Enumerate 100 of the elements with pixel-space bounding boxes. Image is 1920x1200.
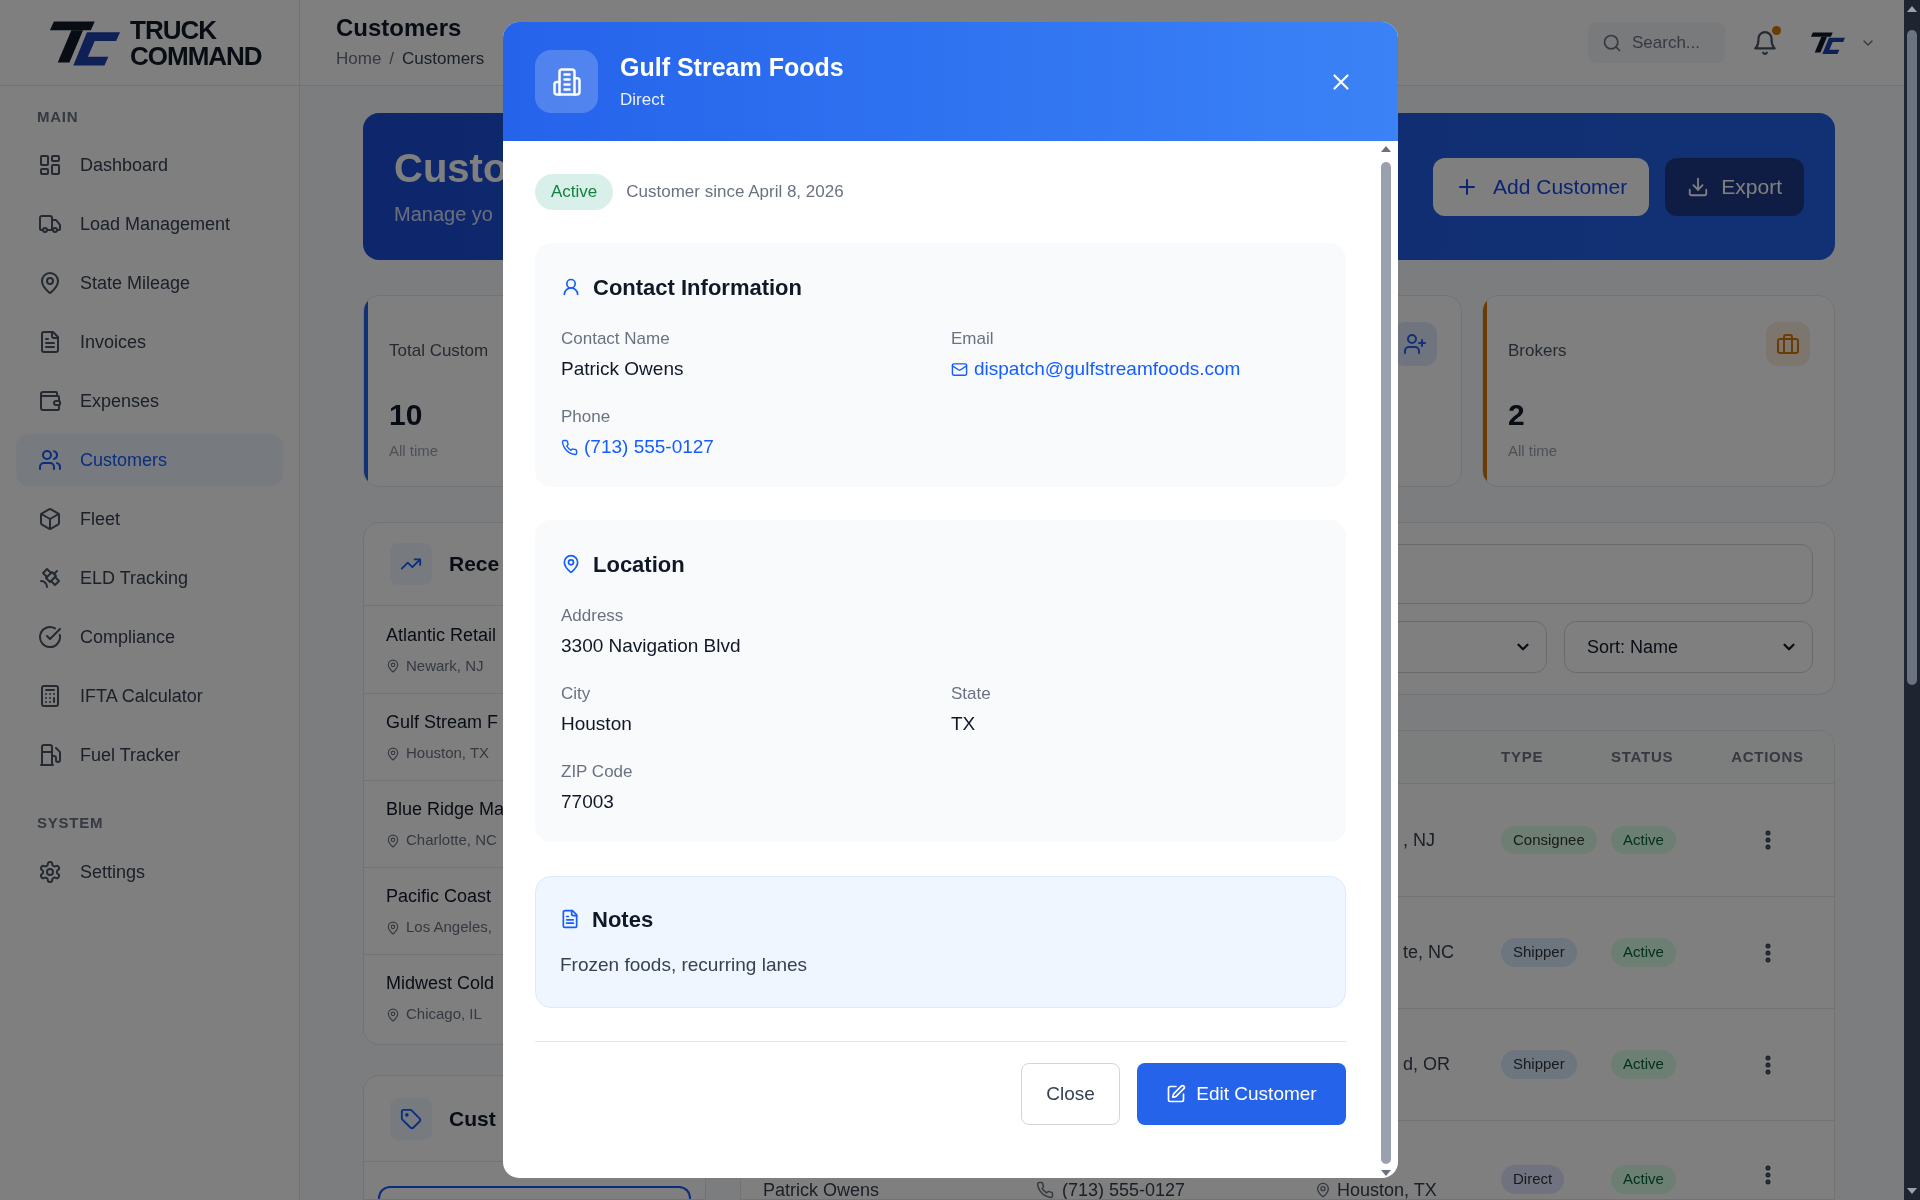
fuel-pump-icon — [38, 743, 62, 767]
field-label: Phone — [561, 406, 612, 428]
field-label: Email — [951, 328, 995, 350]
row-actions-button[interactable] — [1764, 1054, 1771, 1075]
sidebar-item[interactable]: Compliance — [16, 611, 283, 663]
map-pin-icon — [386, 920, 400, 935]
field-label: State — [951, 683, 992, 705]
section-heading: SYSTEM — [36, 813, 105, 833]
status-badge: Active — [535, 174, 614, 210]
section-heading: MAIN — [36, 107, 80, 127]
breadcrumb-separator: / — [389, 48, 395, 71]
customer-location: Houston, TX — [406, 743, 490, 764]
field-value: Houston — [561, 712, 633, 736]
stat-label: Total Custom — [389, 340, 489, 362]
more-vertical-icon — [1764, 942, 1771, 963]
sidebar-item[interactable]: Fuel Tracker — [16, 729, 283, 781]
sidebar-item[interactable]: Customers — [16, 434, 283, 486]
mail-icon — [951, 360, 968, 378]
more-vertical-icon — [1764, 1165, 1771, 1185]
type-tag: Consignee — [1501, 825, 1597, 855]
status-tag: Active — [1611, 1050, 1676, 1079]
phone-link[interactable]: (713) 555-0127 — [561, 433, 951, 461]
page-title: Custo — [394, 144, 508, 191]
row-actions-button[interactable] — [1764, 830, 1771, 850]
phone-icon — [561, 438, 578, 456]
section-title: Location — [593, 550, 685, 579]
table-cell-text: , NJ — [1403, 828, 1435, 852]
table-cell: Houston, TX — [1337, 1181, 1437, 1199]
document-icon — [38, 330, 62, 354]
card-title: Rece — [449, 551, 500, 578]
type-tag: Shipper — [1501, 1050, 1577, 1079]
satellite-icon — [38, 566, 62, 590]
dialog-title: Gulf Stream Foods — [620, 51, 845, 83]
search-field[interactable]: Search... — [1588, 22, 1725, 63]
building-icon — [551, 66, 582, 97]
table-cell-text: d, OR — [1403, 1053, 1450, 1076]
sidebar-item[interactable]: State Mileage — [16, 257, 283, 309]
sidebar-item[interactable]: Expenses — [16, 375, 283, 427]
sidebar-item[interactable]: ELD Tracking — [16, 552, 283, 604]
row-actions-button[interactable] — [1764, 1165, 1771, 1185]
scroll-up-icon[interactable] — [1381, 146, 1391, 152]
breadcrumb-link[interactable]: Customers — [402, 46, 485, 72]
wallet-icon — [38, 389, 62, 413]
sidebar-item[interactable]: Fleet — [16, 493, 283, 545]
table-cell: (713) 555-0127 — [1062, 1181, 1186, 1199]
phone-icon — [1036, 1181, 1054, 1199]
outlined-option[interactable] — [378, 1186, 691, 1199]
card-title: Cust — [449, 1105, 496, 1132]
section-title: Contact Information — [593, 273, 802, 302]
notifications-button[interactable] — [1752, 29, 1778, 56]
scrollbar-thumb[interactable] — [1381, 162, 1391, 1164]
add-customer-button[interactable]: Add Customer — [1433, 157, 1650, 216]
customer-location: Charlotte, NC — [406, 830, 497, 851]
download-icon — [1687, 175, 1710, 198]
breadcrumb-link[interactable]: Home — [336, 46, 382, 72]
customer-location: Newark, NJ — [406, 655, 484, 676]
field-value: TX — [951, 712, 977, 736]
column-header: STATUS — [1611, 746, 1675, 767]
close-dialog-button[interactable]: Close — [1021, 1063, 1120, 1125]
type-tag: Shipper — [1501, 938, 1577, 967]
column-header: TYPE — [1501, 746, 1545, 767]
field-label: Contact Name — [561, 328, 671, 350]
map-pin-icon — [386, 746, 400, 761]
field-label: ZIP Code — [561, 761, 634, 783]
sidebar-item[interactable]: Invoices — [16, 316, 283, 368]
column-header: ACTIONS — [1730, 746, 1805, 767]
more-vertical-icon — [1764, 830, 1771, 850]
document-icon — [560, 909, 580, 929]
grid-icon — [38, 153, 62, 177]
calculator-icon — [38, 684, 62, 708]
edit-customer-button[interactable]: Edit Customer — [1137, 1063, 1346, 1125]
sidebar-item[interactable]: Load Management — [16, 198, 283, 250]
email-link[interactable]: dispatch@gulfstreamfoods.com — [951, 355, 1320, 383]
map-pin-icon — [386, 833, 400, 848]
scroll-down-icon[interactable] — [1907, 1188, 1917, 1194]
sidebar-item[interactable]: Settings — [16, 846, 283, 898]
field-value: 3300 Navigation Blvd — [561, 634, 742, 658]
brand-name: COMMAND — [130, 42, 262, 69]
box-icon — [38, 507, 62, 531]
scroll-down-icon[interactable] — [1381, 1170, 1391, 1176]
customer-since-text: Customer since April 8, 2026 — [626, 181, 844, 204]
search-icon — [1602, 32, 1622, 53]
customer-location: Los Angeles, — [406, 917, 492, 938]
sidebar-item[interactable]: Dashboard — [16, 139, 283, 191]
table-cell-text: Patrick Owens — [763, 1181, 881, 1199]
map-pin-icon — [1315, 1182, 1331, 1198]
settings-icon — [38, 860, 62, 884]
scroll-up-icon[interactable] — [1907, 6, 1917, 12]
section-title: Notes — [592, 905, 654, 934]
stat-label: Brokers — [1508, 340, 1567, 362]
dialog-subtitle: Direct — [620, 88, 666, 111]
stat-value: 2 — [1508, 397, 1525, 433]
sort-select[interactable]: Sort: Name — [1564, 621, 1813, 673]
users-icon — [38, 448, 62, 472]
map-pin-icon — [561, 554, 581, 574]
row-actions-button[interactable] — [1764, 942, 1771, 963]
scrollbar-thumb[interactable] — [1907, 30, 1917, 685]
sidebar-item[interactable]: IFTA Calculator — [16, 670, 283, 722]
export-button[interactable]: Export — [1665, 157, 1804, 216]
field-label: Address — [561, 605, 625, 627]
